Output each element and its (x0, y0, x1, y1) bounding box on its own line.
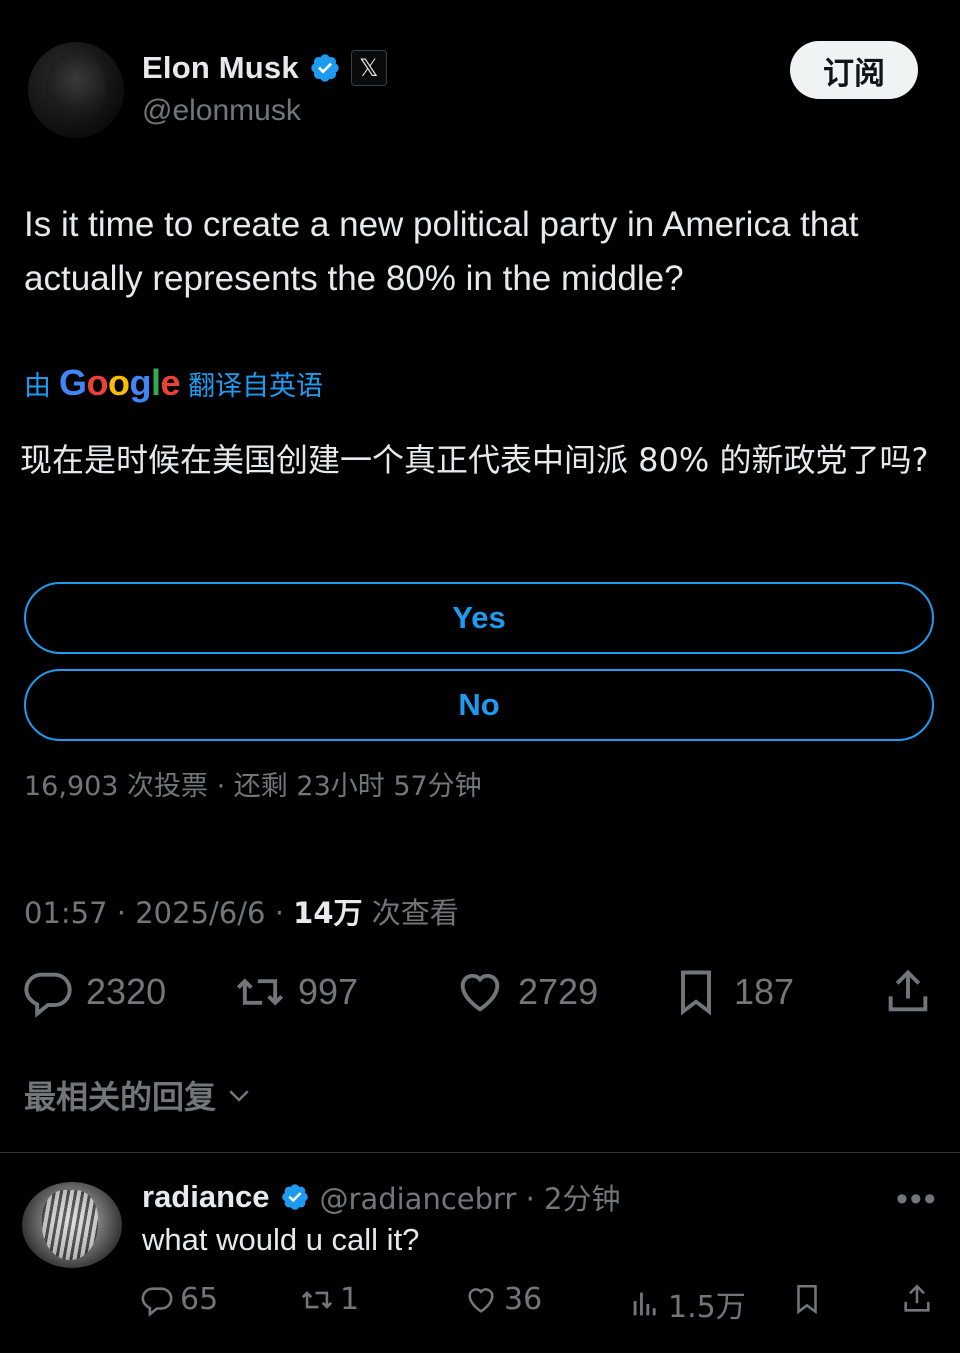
reply-reply-count: 65 (180, 1282, 219, 1317)
reply-retweet-count: 1 (340, 1282, 360, 1317)
bookmark-button[interactable]: 187 (670, 966, 794, 1018)
sort-label: 最相关的回复 (24, 1078, 217, 1116)
verified-badge-icon (281, 1184, 308, 1210)
poll-option-yes[interactable]: Yes (24, 582, 934, 654)
reply-like-button[interactable]: 36 (464, 1282, 542, 1317)
reply-views-button[interactable]: 1.5万 (628, 1282, 746, 1326)
more-options-icon[interactable]: ••• (896, 1180, 938, 1219)
reply-retweet-button[interactable]: 1 (300, 1282, 359, 1317)
timestamp-time[interactable]: 01:57 · 2025/6/6 · (24, 896, 293, 930)
heart-icon (460, 973, 500, 1012)
reply-reply-button[interactable]: 65 (140, 1282, 218, 1317)
share-icon (904, 1284, 930, 1312)
reply-count: 2320 (86, 971, 167, 1012)
divider (0, 1152, 960, 1153)
reply-share-button[interactable] (900, 1282, 934, 1316)
verified-badge-icon (311, 54, 339, 82)
reply-icon (141, 1286, 173, 1317)
translate-suffix: 翻译自英语 (188, 370, 324, 401)
google-logo-icon: Google (59, 362, 181, 403)
retweet-button[interactable]: 997 (234, 966, 358, 1018)
bookmark-icon (797, 1284, 817, 1315)
tweet-timestamp: 01:57 · 2025/6/6 · 14万 次查看 (24, 890, 459, 932)
tweet-action-bar: 2320 997 2729 187 (22, 966, 934, 1026)
replies-sort-dropdown[interactable]: 最相关的回复 (24, 1072, 254, 1118)
analytics-icon (633, 1292, 656, 1316)
translate-prefix: 由 (24, 370, 51, 401)
translated-text: 现在是时候在美国创建一个真正代表中间派 80% 的新政党了吗? (20, 441, 929, 479)
views-count: 14万 (293, 896, 363, 930)
reply-author-handle[interactable]: @radiancebrr · 2分钟 (320, 1176, 621, 1218)
author-name[interactable]: Elon Musk (142, 50, 299, 86)
bookmark-icon (681, 970, 711, 1016)
reply-author-name[interactable]: radiance (142, 1179, 270, 1215)
reply-avatar[interactable] (22, 1182, 122, 1268)
reply-like-count: 36 (504, 1282, 543, 1317)
retweet-count: 997 (298, 971, 359, 1012)
translation-attribution[interactable]: 由 Google 翻译自英语 (24, 362, 323, 404)
author-handle[interactable]: @elonmusk (142, 94, 301, 128)
like-button[interactable]: 2729 (454, 966, 598, 1018)
subscribe-button[interactable]: 订阅 (790, 41, 918, 99)
poll-meta: 16,903 次投票 · 还剩 23小时 57分钟 (24, 771, 482, 802)
share-icon (888, 969, 928, 1012)
heart-icon (468, 1287, 494, 1313)
tweet-text: Is it time to create a new political par… (24, 205, 859, 298)
bookmark-count: 187 (734, 971, 795, 1012)
retweet-icon (301, 1290, 333, 1309)
author-name-row: Elon Musk 𝕏 (142, 50, 387, 86)
reply-text: what would u call it? (142, 1222, 420, 1257)
x-logo-icon: 𝕏 (350, 50, 387, 86)
reply-bookmark-button[interactable] (790, 1282, 824, 1316)
reply-button[interactable]: 2320 (22, 966, 166, 1018)
views-label: 次查看 (362, 896, 459, 930)
reply-action-bar: 65 1 36 1.5万 (140, 1282, 940, 1326)
reply-icon (24, 972, 72, 1018)
reply-views-count: 1.5万 (668, 1290, 746, 1325)
retweet-icon (236, 978, 284, 1006)
poll-option-no[interactable]: No (24, 669, 934, 741)
like-count: 2729 (518, 971, 599, 1012)
author-avatar[interactable] (28, 42, 124, 138)
reply-header: radiance @radiancebrr · 2分钟 (142, 1176, 620, 1218)
share-button[interactable] (882, 966, 934, 1018)
chevron-down-icon (229, 1090, 249, 1102)
